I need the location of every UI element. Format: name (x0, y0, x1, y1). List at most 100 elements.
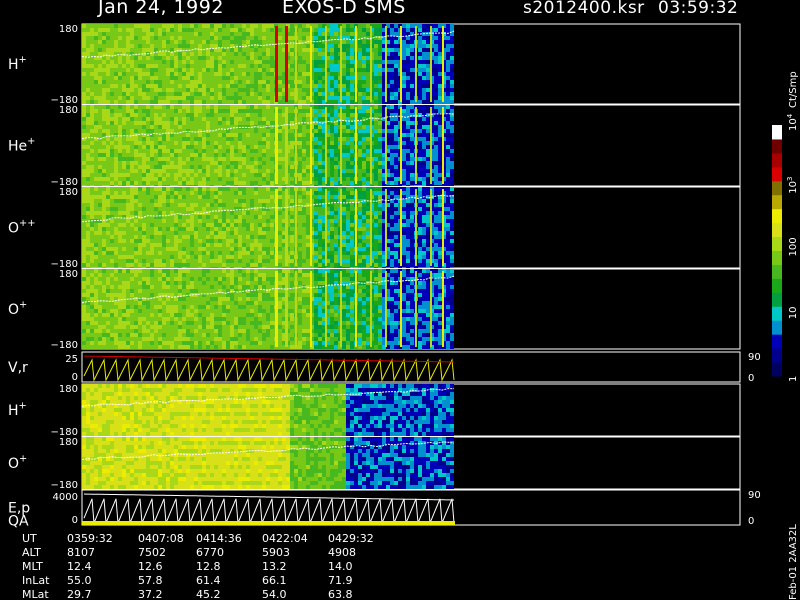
pitch-cell (278, 231, 282, 235)
pitch-cell (206, 203, 210, 207)
pitch-cell (246, 117, 250, 121)
pitch-cell (346, 169, 350, 173)
pitch-cell (426, 100, 430, 104)
spin-stripe (385, 26, 387, 102)
pitch-cell (230, 227, 234, 231)
pitch-cell (346, 84, 350, 88)
pitch-cell (94, 169, 98, 173)
pitch-cell (362, 24, 366, 28)
pitch-cell (378, 169, 382, 173)
pitch-cell (198, 129, 202, 133)
pitch-cell (106, 169, 110, 173)
pitch-cell (86, 211, 90, 215)
pitch-cell (126, 121, 130, 125)
pitch-cell (194, 263, 198, 267)
pitch-cell (102, 185, 106, 186)
pitch-cell (438, 44, 442, 48)
pitch-cell (218, 48, 222, 52)
pitch-cell (114, 28, 118, 32)
pitch-cell (90, 88, 94, 92)
pitch-cell (366, 28, 370, 32)
pitch-cell (134, 203, 138, 207)
pitch-cell (278, 117, 282, 121)
pitch-cell (374, 68, 378, 72)
pitch-cell (238, 185, 242, 186)
pitch-cell (94, 84, 98, 88)
pitch-cell (146, 255, 150, 259)
pitch-cell (202, 100, 206, 104)
pitch-cell (342, 129, 346, 133)
pitch-cell (266, 88, 270, 92)
pitch-cell (130, 157, 134, 161)
pitch-cell (422, 48, 426, 52)
pitch-cell (358, 105, 362, 109)
pitch-cell (182, 207, 186, 211)
pitch-cell (242, 191, 246, 195)
pitch-cell (350, 141, 354, 145)
pitch-cell (238, 121, 242, 125)
pitch-cell (174, 76, 178, 80)
pitch-cell (254, 227, 258, 231)
pitch-cell (246, 169, 250, 173)
pitch-cell (146, 207, 150, 211)
pitch-cell (202, 68, 206, 72)
pitch-cell (406, 52, 410, 56)
pitch-cell (162, 267, 166, 268)
pitch-cell (262, 251, 266, 255)
pitch-cell (106, 157, 110, 161)
pitch-cell (162, 185, 166, 186)
pitch-cell (350, 24, 354, 28)
pitch-cell (178, 223, 182, 227)
pitch-cell (258, 72, 262, 76)
pitch-cell (194, 207, 198, 211)
pitch-cell (222, 267, 226, 268)
pitch-cell (166, 129, 170, 133)
pitch-cell (210, 169, 214, 173)
pitch-cell (194, 60, 198, 64)
panel-0: 180−180H+ (8, 23, 741, 106)
pitch-cell (394, 117, 398, 121)
pitch-cell (250, 165, 254, 169)
pitch-cell (134, 24, 138, 28)
pitch-cell (90, 84, 94, 88)
pitch-cell (130, 227, 134, 231)
pitch-cell (258, 28, 262, 32)
pitch-cell (250, 223, 254, 227)
pitch-cell (238, 251, 242, 255)
pitch-cell (246, 141, 250, 145)
pitch-cell (190, 137, 194, 141)
pitch-cell (446, 64, 450, 68)
pitch-cell (134, 100, 138, 104)
pitch-cell (166, 80, 170, 84)
pitch-cell (118, 177, 122, 181)
pitch-cell (118, 267, 122, 268)
pitch-cell (342, 185, 346, 186)
pitch-cell (118, 56, 122, 60)
pitch-cell (170, 121, 174, 125)
pitch-cell (366, 80, 370, 84)
pitch-cell (82, 157, 86, 161)
pitch-cell (270, 195, 274, 199)
pitch-cell (230, 191, 234, 195)
pitch-cell (254, 215, 258, 219)
pitch-cell (390, 52, 394, 56)
pitch-cell (142, 137, 146, 141)
pitch-cell (218, 125, 222, 129)
pitch-cell (318, 28, 322, 32)
pitch-cell (342, 40, 346, 44)
pitch-cell (366, 24, 370, 28)
pitch-cell (202, 199, 206, 203)
pitch-cell (154, 44, 158, 48)
pitch-cell (302, 185, 306, 186)
pitch-cell (246, 199, 250, 203)
pitch-cell (390, 121, 394, 125)
pitch-cell (90, 223, 94, 227)
pitch-cell (210, 239, 214, 243)
pitch-cell (270, 129, 274, 133)
pitch-cell (166, 52, 170, 56)
pitch-cell (162, 141, 166, 145)
y-tick-top: 180 (59, 105, 78, 116)
pitch-cell (278, 105, 282, 109)
y-tick-top: 180 (59, 24, 78, 35)
pitch-cell (210, 157, 214, 161)
